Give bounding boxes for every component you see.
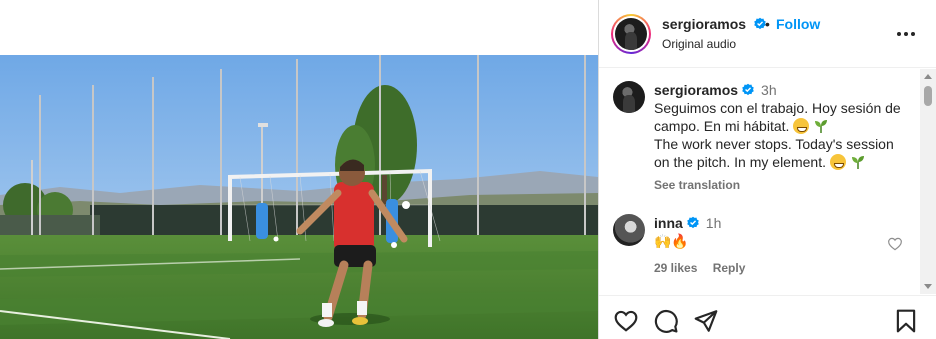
post-video[interactable]: [0, 55, 598, 339]
scroll-up-arrow-icon[interactable]: [924, 74, 932, 79]
heart-icon[interactable]: [613, 308, 639, 334]
action-bar: [599, 295, 936, 339]
comment-likes[interactable]: 29 likes: [654, 261, 697, 275]
author-username[interactable]: sergioramos: [662, 16, 767, 32]
caption-text-en: The work never stops. Today's session on…: [654, 136, 894, 170]
avatar-image: [615, 18, 647, 50]
commenter-username[interactable]: inna: [654, 215, 700, 231]
comment: inna 1h 🙌🔥: [654, 214, 874, 250]
grinning-face-icon: [829, 154, 846, 170]
avatar-image: [613, 81, 645, 113]
bookmark-icon[interactable]: [893, 308, 919, 334]
scroll-down-arrow-icon[interactable]: [924, 284, 932, 289]
more-options-icon[interactable]: [896, 25, 916, 43]
author-avatar[interactable]: [611, 14, 651, 54]
post-side-panel: sergioramos • Follow Original audio serg…: [598, 0, 936, 339]
comment-like-icon[interactable]: [887, 236, 903, 252]
verified-badge-icon: [742, 83, 754, 96]
comments-list[interactable]: sergioramos 3h Seguimos con el trabajo. H…: [599, 69, 936, 294]
caption-username[interactable]: sergioramos: [654, 82, 755, 98]
commenter-avatar[interactable]: [613, 214, 645, 246]
grinning-face-icon: [793, 118, 810, 134]
original-audio-link[interactable]: Original audio: [662, 37, 736, 51]
header-separator: •: [765, 16, 770, 32]
reply-button[interactable]: Reply: [713, 261, 746, 275]
see-translation-link[interactable]: See translation: [654, 176, 909, 194]
verified-badge-icon: [687, 216, 699, 229]
comment-meta: 29 likes Reply: [654, 261, 745, 275]
media-pane: [0, 0, 598, 339]
scroll-thumb[interactable]: [924, 86, 932, 106]
video-frame: [0, 55, 598, 339]
caption-time[interactable]: 3h: [761, 82, 777, 98]
post-header: sergioramos • Follow Original audio: [599, 0, 936, 68]
comment-icon[interactable]: [653, 308, 679, 334]
follow-button[interactable]: Follow: [776, 16, 820, 32]
comment-text: 🙌🔥: [654, 233, 689, 249]
comment-time[interactable]: 1h: [706, 215, 722, 231]
seedling-icon: [815, 120, 828, 133]
comments-scrollbar[interactable]: [920, 69, 936, 294]
share-icon[interactable]: [693, 308, 719, 334]
caption-text-es: Seguimos con el trabajo. Hoy sesión de c…: [654, 100, 901, 134]
seedling-icon: [851, 156, 864, 169]
caption-avatar[interactable]: [613, 81, 645, 113]
caption: sergioramos 3h Seguimos con el trabajo. H…: [654, 81, 909, 194]
